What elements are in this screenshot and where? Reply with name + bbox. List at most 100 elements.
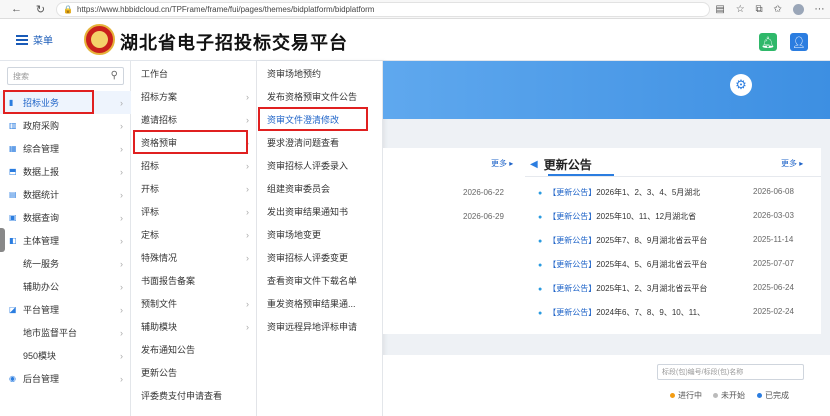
submenu-label: 招标 xyxy=(141,161,160,171)
favorites-icon[interactable]: ✩ xyxy=(773,4,781,15)
bullet-icon: ● xyxy=(538,262,543,269)
status-legend-item: 已完成 xyxy=(757,390,789,401)
notice-text: 2026年1、2、3、4、5月湖北 xyxy=(596,188,701,197)
profile-avatar[interactable] xyxy=(792,3,804,15)
thirdmenu-item[interactable]: 组建资审委员会 xyxy=(257,177,383,200)
submenu-label: 发布通知公告 xyxy=(141,345,196,355)
submenu-label: 开标 xyxy=(141,184,160,194)
chevron-right-icon: › xyxy=(120,281,123,292)
updates-divider xyxy=(525,176,821,177)
chevron-right-icon: › xyxy=(246,206,249,217)
main-menu-item[interactable]: ⬒ 数据上报 › xyxy=(0,160,131,183)
submenu-label: 特殊情况 xyxy=(141,253,178,263)
thirdmenu-item[interactable]: 发布资格预审文件公告 xyxy=(257,85,383,108)
chevron-right-icon: › xyxy=(120,166,123,177)
thirdmenu-item[interactable]: 重发资格预审结果通... xyxy=(257,292,383,315)
menu-button[interactable]: 菜单 xyxy=(16,32,53,47)
refresh-icon[interactable]: ↻ xyxy=(36,3,45,16)
main-menu-label: 主体管理 xyxy=(23,236,60,246)
submenu-item[interactable]: 预制文件 › xyxy=(131,292,257,315)
submenu-item[interactable]: 招标 › xyxy=(131,154,257,177)
submenu-item[interactable]: 邀请招标 › xyxy=(131,108,257,131)
extensions-icon[interactable]: ⧉ xyxy=(755,4,762,15)
main-menu-item[interactable]: ▤ 数据统计 › xyxy=(0,183,131,206)
chevron-right-icon: › xyxy=(120,258,123,269)
submenu-label: 书面报告备案 xyxy=(141,276,196,286)
chevron-right-icon: › xyxy=(246,160,249,171)
speaker-icon: ◀︎ xyxy=(530,159,538,170)
main-menu-item[interactable]: 辅助办公 › xyxy=(0,275,131,298)
submenu-item[interactable]: 工作台 xyxy=(131,62,257,85)
submenu-item[interactable]: 开标 › xyxy=(131,177,257,200)
notice-item[interactable]: ● 【更新公告】2025年10、11、12月湖北省 xyxy=(538,211,743,222)
main-menu-label: 数据查询 xyxy=(23,213,60,223)
thirdmenu-item[interactable]: 资审场地变更 xyxy=(257,223,383,246)
submenu-item[interactable]: 招标方案 › xyxy=(131,85,257,108)
back-icon[interactable]: ← xyxy=(11,3,22,15)
chevron-right-icon: › xyxy=(246,252,249,263)
more-link-left[interactable]: 更多 ▸ xyxy=(491,158,513,169)
submenu-label: 辅助模块 xyxy=(141,322,178,332)
main-menu-item[interactable]: ◧ 主体管理 › xyxy=(0,229,131,252)
main-menu-label: 950模块 xyxy=(23,351,57,361)
todo-panel xyxy=(383,148,525,334)
highlight-box xyxy=(133,130,248,154)
search-icon[interactable]: ⚲ xyxy=(111,70,118,81)
notice-item[interactable]: ● 【更新公告】2024年6、7、8、9、10、11、 xyxy=(538,307,743,318)
submenu-item[interactable]: 定标 › xyxy=(131,223,257,246)
main-menu-item[interactable]: ▣ 数据查询 › xyxy=(0,206,131,229)
platform-icon: ◪ xyxy=(9,305,17,314)
address-bar[interactable]: 🔒 https://www.hbbidcloud.cn/TPFrame/fram… xyxy=(56,1,710,17)
notice-item[interactable]: ● 【更新公告】2025年4、5、6月湖北省云平台 xyxy=(538,259,743,270)
project-filter-input[interactable]: 标段(包)编号/标段(包)名称 xyxy=(657,364,804,380)
thirdmenu-item[interactable]: 资审远程异地评标申请 xyxy=(257,315,383,338)
menu-label: 菜单 xyxy=(33,36,53,47)
main-menu-item[interactable]: ▥ 政府采购 › xyxy=(0,114,131,137)
chevron-right-icon: › xyxy=(246,114,249,125)
menu-search-input[interactable]: 搜索 ⚲ xyxy=(7,67,124,85)
submenu-item[interactable]: 发布通知公告 xyxy=(131,338,257,361)
submenu-item[interactable]: 书面报告备案 xyxy=(131,269,257,292)
notice-tag: 【更新公告】 xyxy=(548,284,597,293)
submenu-item[interactable]: 辅助模块 › xyxy=(131,315,257,338)
main-menu-item[interactable]: ▦ 综合管理 › xyxy=(0,137,131,160)
chevron-right-icon: › xyxy=(120,373,123,384)
main-menu-label: 政府采购 xyxy=(23,121,60,131)
main-menu-item[interactable]: 地市监督平台 › xyxy=(0,321,131,344)
notice-text: 2025年4、5、6月湖北省云平台 xyxy=(596,260,708,269)
thirdmenu-item[interactable]: 资审招标人评委录入 xyxy=(257,154,383,177)
notice-item[interactable]: ● 【更新公告】2025年7、8、9月湖北省云平台 xyxy=(538,235,743,246)
star-icon[interactable]: ☆ xyxy=(736,4,745,15)
thirdmenu-item[interactable]: 资审场地预约 xyxy=(257,62,383,85)
gear-icon[interactable]: ⚙︎ xyxy=(730,74,752,96)
thirdmenu-item[interactable]: 要求澄清问题查看 xyxy=(257,131,383,154)
main-menu-item[interactable]: ◉ 后台管理 › xyxy=(0,367,131,390)
thirdmenu-item[interactable]: 查看资审文件下载名单 xyxy=(257,269,383,292)
thirdmenu-item[interactable]: 发出资审结果通知书 xyxy=(257,200,383,223)
status-dot-icon xyxy=(757,393,762,398)
submenu-item[interactable]: 评委费支付申请查看 xyxy=(131,384,257,407)
reader-icon[interactable]: ▤ xyxy=(715,4,724,15)
bell-icon[interactable]: 🔔︎ xyxy=(759,33,777,51)
notice-item[interactable]: ● 【更新公告】2026年1、2、3、4、5月湖北 xyxy=(538,187,743,198)
submenu-item[interactable]: 评标 › xyxy=(131,200,257,223)
main-menu-item[interactable]: 统一服务 › xyxy=(0,252,131,275)
user-icon[interactable]: 👤︎ xyxy=(790,33,808,51)
drag-handle[interactable] xyxy=(0,228,5,252)
main-menu-item[interactable]: ◪ 平台管理 › xyxy=(0,298,131,321)
notice-tag: 【更新公告】 xyxy=(548,236,597,245)
more-icon[interactable]: ⋯ xyxy=(815,4,825,15)
status-legend-label: 已完成 xyxy=(765,391,789,400)
main-menu-item[interactable]: 950模块 › xyxy=(0,344,131,367)
highlight-box xyxy=(258,107,368,131)
chevron-right-icon: › xyxy=(246,321,249,332)
submenu-item[interactable]: 特殊情况 › xyxy=(131,246,257,269)
notice-text: 2024年6、7、8、9、10、11、 xyxy=(596,308,706,317)
url-text: https://www.hbbidcloud.cn/TPFrame/frame/… xyxy=(76,4,375,14)
submenu-item[interactable]: 更新公告 xyxy=(131,361,257,384)
more-link-right[interactable]: 更多 ▸ xyxy=(781,158,803,169)
bullet-icon: ● xyxy=(538,286,543,293)
thirdmenu-item[interactable]: 资审招标人评委变更 xyxy=(257,246,383,269)
browser-nav: ← ↻ xyxy=(0,3,52,16)
notice-item[interactable]: ● 【更新公告】2025年1、2、3月湖北省云平台 xyxy=(538,283,743,294)
